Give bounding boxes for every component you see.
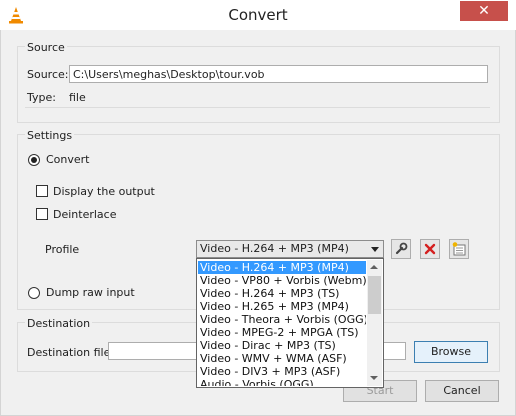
source-divider bbox=[25, 107, 490, 108]
profile-selected-value: Video - H.264 + MP3 (MP4) bbox=[200, 242, 349, 255]
profile-option[interactable]: Video - H.264 + MP3 (TS) bbox=[198, 287, 366, 300]
edit-profile-button[interactable] bbox=[391, 239, 411, 259]
browse-button[interactable]: Browse bbox=[414, 341, 488, 363]
profile-option[interactable]: Audio - Vorbis (OGG) bbox=[198, 378, 366, 386]
profile-select[interactable]: Video - H.264 + MP3 (MP4) bbox=[196, 240, 384, 258]
chevron-down-icon bbox=[371, 247, 379, 252]
profile-dropdown-list: Video - H.264 + MP3 (MP4) Video - VP80 +… bbox=[196, 258, 384, 388]
source-label: Source: bbox=[27, 68, 69, 81]
cancel-button[interactable]: Cancel bbox=[425, 380, 499, 402]
profile-option[interactable]: Video - MPEG-2 + MPGA (TS) bbox=[198, 326, 366, 339]
new-profile-icon bbox=[452, 242, 466, 256]
source-path-field[interactable]: C:\Users\meghas\Desktop\tour.vob bbox=[69, 65, 488, 83]
convert-label: Convert bbox=[46, 153, 90, 166]
source-group bbox=[17, 46, 500, 123]
destination-file-label: Destination file: bbox=[27, 346, 115, 359]
delete-icon bbox=[424, 243, 436, 255]
display-output-label: Display the output bbox=[53, 185, 155, 198]
title-bar: Convert ✕ bbox=[0, 0, 516, 30]
profile-option[interactable]: Video - Theora + Vorbis (OGG) bbox=[198, 313, 366, 326]
deinterlace-checkbox[interactable] bbox=[36, 208, 48, 220]
profile-label: Profile bbox=[45, 243, 80, 256]
dump-raw-label: Dump raw input bbox=[46, 286, 135, 299]
profile-option[interactable]: Video - H.265 + MP3 (MP4) bbox=[198, 300, 366, 313]
display-output-checkbox[interactable] bbox=[36, 185, 48, 197]
window-title: Convert bbox=[228, 6, 288, 24]
profile-option[interactable]: Video - WMV + WMA (ASF) bbox=[198, 352, 366, 365]
close-button[interactable]: ✕ bbox=[460, 1, 508, 21]
profile-option[interactable]: Video - VP80 + Vorbis (Webm) bbox=[198, 274, 366, 287]
profile-option[interactable]: Video - DIV3 + MP3 (ASF) bbox=[198, 365, 366, 378]
delete-profile-button[interactable] bbox=[420, 239, 440, 259]
profile-option[interactable]: Video - Dirac + MP3 (TS) bbox=[198, 339, 366, 352]
profile-option[interactable]: Video - H.264 + MP3 (MP4) bbox=[198, 261, 366, 274]
settings-group-title: Settings bbox=[25, 129, 75, 142]
source-group-title: Source bbox=[25, 41, 67, 54]
dump-raw-radio[interactable] bbox=[28, 287, 40, 299]
destination-group-title: Destination bbox=[25, 317, 93, 330]
scroll-down-icon[interactable] bbox=[367, 371, 382, 386]
new-profile-button[interactable] bbox=[449, 239, 469, 259]
convert-dialog: Convert ✕ Source Source: C:\Users\meghas… bbox=[0, 0, 516, 416]
scroll-up-icon[interactable] bbox=[367, 260, 382, 275]
deinterlace-label: Deinterlace bbox=[53, 208, 117, 221]
convert-radio[interactable] bbox=[28, 154, 40, 166]
dropdown-scrollbar[interactable] bbox=[367, 260, 382, 386]
scroll-thumb[interactable] bbox=[368, 276, 381, 314]
wrench-icon bbox=[395, 242, 408, 255]
type-label: Type: bbox=[27, 91, 56, 104]
type-value: file bbox=[69, 91, 86, 104]
